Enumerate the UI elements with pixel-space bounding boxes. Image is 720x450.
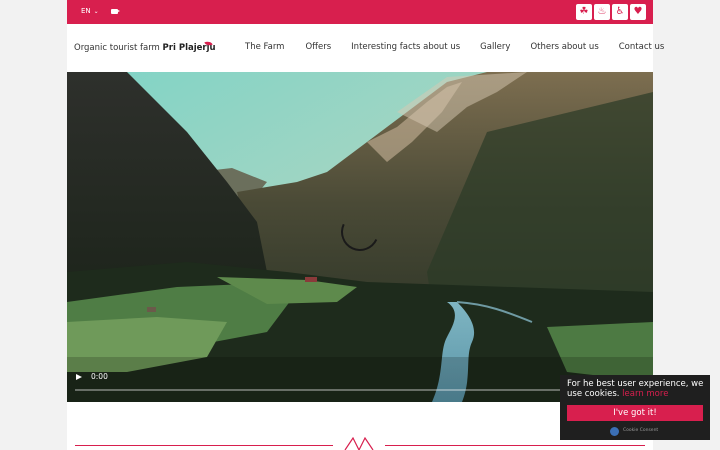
learn-more-link[interactable]: learn more xyxy=(622,389,668,399)
spa-badge-icon[interactable]: ♨ xyxy=(594,4,610,20)
mountain-ornament-icon xyxy=(344,437,374,450)
nav-item-gallery[interactable]: Gallery xyxy=(480,42,510,52)
hero-video[interactable]: 0:00 xyxy=(67,72,653,402)
certification-badges: ☘ ♨ ♿ ♥ xyxy=(576,4,646,20)
heart-badge-icon[interactable]: ♥ xyxy=(630,4,646,20)
nav-item-contact-us[interactable]: Contact us xyxy=(619,42,665,52)
eco-badge-icon[interactable]: ☘ xyxy=(576,4,592,20)
nav-item-offers[interactable]: Offers xyxy=(305,42,331,52)
main-nav: The Farm Offers Interesting facts about … xyxy=(245,42,664,52)
nav-item-interesting-facts[interactable]: Interesting facts about us xyxy=(351,42,460,52)
cookie-consent-brand[interactable]: Cookie Consent xyxy=(623,428,658,433)
language-selector[interactable]: EN ⌄ xyxy=(81,7,99,15)
cookie-message: For he best user experience, we use cook… xyxy=(567,379,707,399)
cookie-consent-banner: For he best user experience, we use cook… xyxy=(560,375,710,440)
section-divider-right xyxy=(385,445,645,446)
play-icon[interactable] xyxy=(76,374,82,380)
nav-item-others-about-us[interactable]: Others about us xyxy=(530,42,598,52)
logo-prefix: Organic tourist farm xyxy=(74,43,160,53)
site-header: Organic tourist farm Pri Plajerju The Fa… xyxy=(67,24,664,72)
video-camera-icon[interactable] xyxy=(111,9,120,14)
video-time: 0:00 xyxy=(91,372,108,381)
chevron-down-icon: ⌄ xyxy=(93,8,99,15)
language-label: EN xyxy=(81,7,91,15)
accept-cookies-button[interactable]: I've got it! xyxy=(567,405,703,421)
top-bar: EN ⌄ ☘ ♨ ♿ ♥ xyxy=(67,0,653,24)
accessibility-badge-icon[interactable]: ♿ xyxy=(612,4,628,20)
video-progress-bar[interactable] xyxy=(75,389,635,391)
cookie-consent-logo-icon xyxy=(610,427,619,436)
section-divider-left xyxy=(75,445,333,446)
site-logo[interactable]: Organic tourist farm Pri Plajerju xyxy=(74,39,216,53)
nav-item-the-farm[interactable]: The Farm xyxy=(245,42,284,52)
